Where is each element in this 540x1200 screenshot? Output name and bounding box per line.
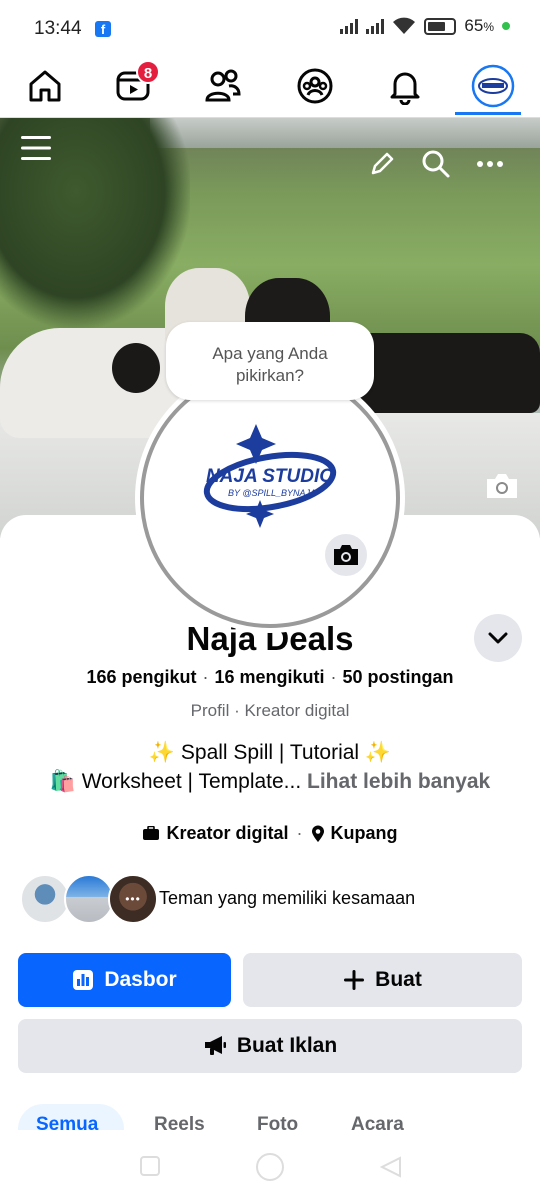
signal-icon-2 <box>366 18 385 34</box>
search-button[interactable] <box>416 144 456 184</box>
status-bar: 13:44 f 65% <box>0 0 540 58</box>
location-pin-icon <box>311 825 324 842</box>
profile-details: Kreator digital · Kupang <box>0 823 540 844</box>
tab-photos[interactable]: Foto <box>257 1114 298 1130</box>
battery-percent: 65 <box>464 16 484 35</box>
logo-title: NAJA STUDIO <box>206 466 334 487</box>
more-dots-icon: ••• <box>125 892 141 906</box>
battery-icon <box>424 17 457 35</box>
shopping-bag-emoji: 🛍️ <box>49 770 76 793</box>
mutual-friends-label: Teman yang memiliki kesamaan <box>159 888 416 908</box>
tab-reels[interactable]: Reels <box>154 1114 205 1130</box>
mutual-friend-avatar <box>64 874 114 924</box>
wifi-icon <box>393 17 416 34</box>
nav-notifications[interactable] <box>370 58 440 114</box>
menu-button[interactable] <box>16 128 56 168</box>
location-text[interactable]: Kupang <box>331 823 398 844</box>
nav-friends[interactable] <box>188 58 258 114</box>
friends-icon <box>205 69 241 102</box>
pencil-icon <box>371 152 394 175</box>
megaphone-icon <box>204 1036 226 1055</box>
home-icon <box>29 70 61 102</box>
following-count[interactable]: 16 mengikuti <box>214 667 324 687</box>
logo-subtitle: BY @SPILL_BYNAJA <box>228 488 316 498</box>
whats-on-your-mind-bubble[interactable]: Apa yang Anda pikirkan? <box>166 322 374 400</box>
see-more-link[interactable]: Lihat lebih banyak <box>301 770 490 793</box>
followers-count[interactable]: 166 pengikut <box>86 667 196 687</box>
create-button[interactable]: Buat <box>243 953 522 1007</box>
search-icon <box>422 150 450 178</box>
expand-profile-button[interactable] <box>474 614 522 662</box>
recent-apps-button[interactable] <box>140 1156 160 1176</box>
nav-home[interactable] <box>10 58 80 114</box>
battery-percent-suffix: % <box>483 20 494 34</box>
dashboard-label: Dasbor <box>104 968 177 991</box>
create-label: Buat <box>375 968 422 991</box>
chevron-down-icon <box>488 632 508 644</box>
edit-profile-button[interactable] <box>362 144 402 184</box>
system-navigation-bar <box>0 1130 540 1200</box>
profile-subtitle: Profil · Kreator digital <box>190 701 350 720</box>
profile-stats: 166 pengikut · 16 mengikuti · 50 postingan <box>86 667 454 687</box>
nav-video[interactable]: 8 <box>98 58 168 114</box>
camera-icon <box>334 545 358 565</box>
more-options-button[interactable] <box>470 144 510 184</box>
bell-icon <box>390 72 420 105</box>
active-tab-indicator <box>455 112 521 115</box>
signal-icon <box>340 18 359 34</box>
hamburger-menu-icon <box>21 136 51 160</box>
back-button[interactable] <box>380 1156 402 1178</box>
profile-tabs: Semua Reels Foto Acara <box>0 1102 540 1130</box>
bio-line-1: ✨ Spall Spill | Tutorial ✨ <box>148 741 392 764</box>
status-time: 13:44 <box>34 18 82 39</box>
plus-icon <box>344 970 365 990</box>
create-ad-label: Buat Iklan <box>236 1034 338 1057</box>
mutual-friend-more-avatar: ••• <box>108 874 158 924</box>
dashboard-icon <box>73 970 94 990</box>
mutual-friends-row[interactable]: ••• Teman yang memiliki kesamaan <box>20 874 520 926</box>
change-cover-photo-button[interactable] <box>480 466 524 506</box>
create-ad-button[interactable]: Buat Iklan <box>18 1019 522 1073</box>
facebook-notification-icon: f <box>95 21 111 37</box>
bio-text: Worksheet | Template... <box>75 770 302 793</box>
top-navigation: 8 <box>0 58 540 118</box>
mutual-friend-avatar <box>20 874 70 924</box>
tab-events[interactable]: Acara <box>351 1114 404 1130</box>
tab-all[interactable]: Semua <box>36 1114 98 1130</box>
home-button[interactable] <box>256 1153 284 1181</box>
profile-avatar-icon <box>471 64 515 108</box>
more-dots-icon <box>477 161 503 167</box>
video-notification-badge: 8 <box>136 60 160 84</box>
briefcase-icon <box>143 826 160 840</box>
groups-icon <box>297 68 333 104</box>
bio-line-2: 🛍️ Worksheet | Template... Lihat lebih b… <box>0 770 540 794</box>
change-profile-picture-button[interactable] <box>322 531 370 579</box>
category-text: Kreator digital <box>166 823 289 843</box>
camera-icon <box>487 474 517 498</box>
naja-studio-logo: NAJA STUDIO BY @SPILL_BYNAJA <box>203 424 337 528</box>
nav-profile[interactable] <box>458 58 528 114</box>
dashboard-button[interactable]: Dasbor <box>18 953 231 1007</box>
nav-groups[interactable] <box>280 58 350 114</box>
privacy-indicator-dot <box>502 22 510 30</box>
status-indicators: 65% <box>340 16 510 36</box>
posts-count[interactable]: 50 postingan <box>343 667 454 687</box>
